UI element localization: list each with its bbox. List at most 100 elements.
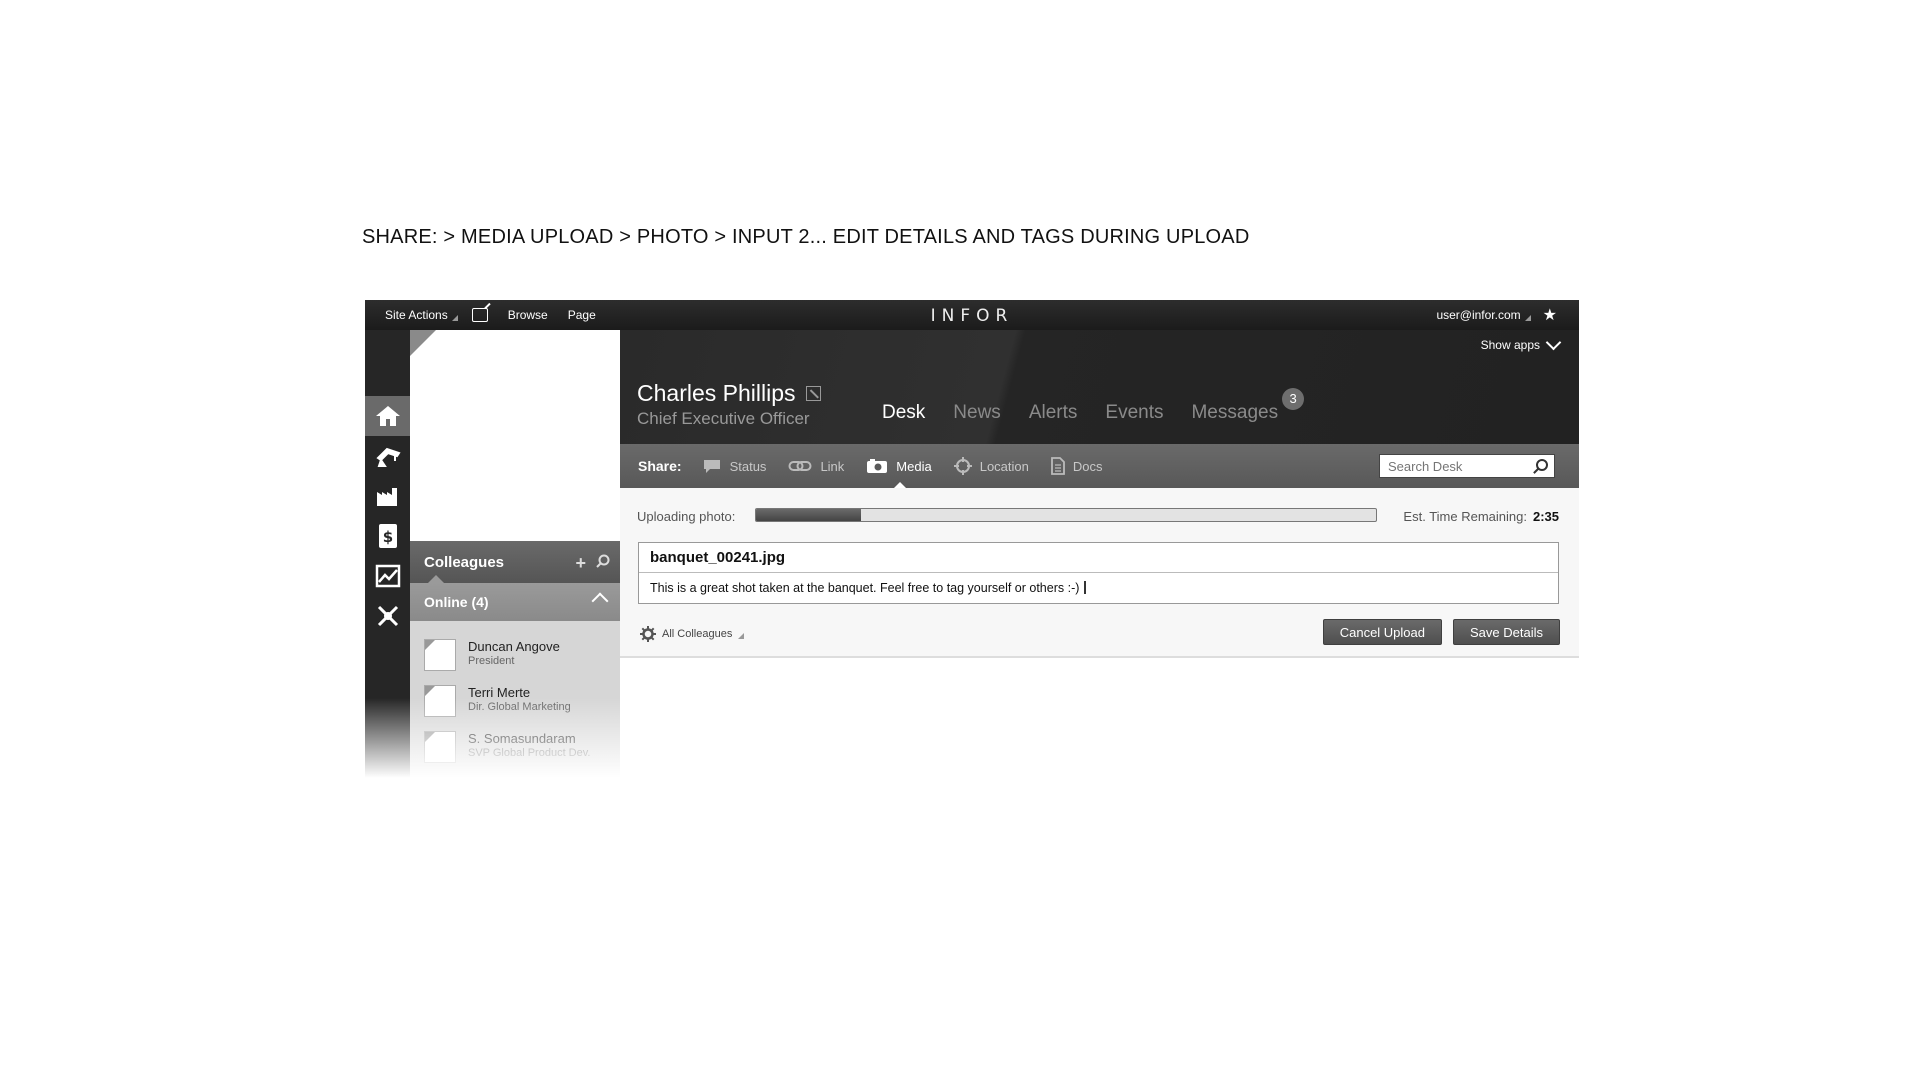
link-icon [788,461,812,471]
share-docs-label: Docs [1072,458,1103,474]
photo-corner [410,330,436,356]
user-identity: Charles Phillips Chief Executive Officer [637,380,821,429]
share-status-button[interactable]: Status [702,458,767,474]
save-details-button[interactable]: Save Details [1453,619,1560,645]
share-label: Share: [638,458,682,474]
search-colleague-icon[interactable] [596,554,610,571]
search-desk-box [1379,454,1555,478]
user-menu[interactable]: user@infor.com [1436,308,1531,322]
text-cursor [1084,581,1086,594]
share-status-label: Status [729,458,767,474]
app-frame: Site Actions Browse Page INFOR user@info… [365,300,1579,778]
browse-label: Browse [507,308,548,322]
tab-news[interactable]: News [953,402,1001,424]
share-media-button[interactable]: Media [866,458,932,490]
edit-page-icon[interactable] [471,308,488,322]
show-apps-label: Show apps [1480,338,1540,352]
site-actions-menu[interactable]: Site Actions [385,308,458,322]
cancel-upload-button[interactable]: Cancel Upload [1322,619,1442,645]
online-section-toggle[interactable]: Online (4) [410,575,620,621]
avatar [424,685,456,717]
desk-tabs: Desk News Alerts Events Messages 3 [882,388,1305,424]
tab-alerts[interactable]: Alerts [1029,402,1078,424]
show-apps-button[interactable]: Show apps [1480,334,1562,352]
photo-details-form: banquet_00241.jpg This is a great shot t… [638,542,1559,604]
privacy-label: All Colleagues [662,628,733,640]
infor-logo: INFOR [930,306,1014,326]
avatar [424,731,456,763]
chevron-down-icon [1545,334,1562,350]
speech-bubble-icon [703,460,720,473]
page-caption: SHARE: > MEDIA UPLOAD > PHOTO > INPUT 2.… [362,226,1250,248]
share-link-button[interactable]: Link [788,459,844,474]
profile-photo[interactable] [410,330,620,541]
share-link-label: Link [820,458,845,474]
privacy-selector[interactable]: All Colleagues [640,626,745,642]
collapse-chevron-icon [591,592,609,610]
eta-readout: Est. Time Remaining: 2:35 [1403,509,1559,524]
crane-icon[interactable] [365,436,410,476]
colleagues-title: Colleagues [424,553,505,571]
tab-messages-label: Messages [1191,402,1279,423]
favorite-star-icon[interactable]: ★ [1543,305,1557,325]
browse-link[interactable]: Browse [508,308,548,322]
colleague-item[interactable]: S. Somasundaram SVP Global Product Dev. [410,727,620,773]
page-link[interactable]: Page [568,308,596,322]
user-name: Charles Phillips [637,380,796,406]
description-field[interactable]: This is a great shot taken at the banque… [639,573,1558,603]
description-text: This is a great shot taken at the banque… [650,581,1080,595]
tab-messages[interactable]: Messages 3 [1191,388,1305,424]
analytics-chart-icon[interactable] [365,556,410,596]
profile-column: Colleagues + Online (4) Duncan Angove Pre… [410,330,620,778]
share-docs-button[interactable]: Docs [1050,457,1103,475]
dropdown-arrow-icon [451,315,458,321]
user-email: user@infor.com [1436,308,1521,322]
factory-icon[interactable] [365,476,410,516]
filename-field[interactable]: banquet_00241.jpg [639,543,1558,573]
colleague-name: Terri Merte [468,685,531,700]
tab-events[interactable]: Events [1105,402,1163,424]
colleague-item[interactable]: Duncan Angove President [410,635,620,681]
document-icon [1050,457,1065,475]
messages-count-badge: 3 [1282,388,1305,410]
user-title: Chief Executive Officer [637,409,810,428]
upload-progress-bar [755,508,1377,522]
desk-content: Uploading photo: Est. Time Remaining: 2:3… [620,488,1579,778]
colleague-item[interactable]: Terri Merte Dir. Global Marketing [410,681,620,727]
eta-value: 2:35 [1532,509,1559,524]
search-desk-input[interactable] [1388,458,1528,474]
add-colleague-icon[interactable]: + [575,553,586,574]
crosshair-icon [953,457,972,475]
online-count-label: Online (4) [424,594,489,610]
colleague-name: Duncan Angove [468,639,560,654]
dropdown-arrow-icon [1524,315,1531,321]
avatar [424,639,456,671]
tab-desk[interactable]: Desk [882,402,925,424]
colleague-role: Dir. Global Marketing [468,701,571,713]
colleague-list: Duncan Angove President Terri Merte Dir. G… [410,621,620,773]
camera-icon [867,459,888,473]
app-icon-rail: $ [365,330,410,778]
edit-profile-icon[interactable] [805,386,821,401]
colleague-role: President [468,655,515,667]
home-icon[interactable] [365,396,410,436]
upload-progress-fill [756,509,862,521]
profile-header: Show apps Charles Phillips Chief Executi… [620,330,1579,444]
share-bar: Share: Status Link Media Location Docs [620,444,1579,490]
finance-dollar-icon[interactable]: $ [365,516,410,556]
colleague-role: SVP Global Product Dev. [468,747,591,759]
gear-icon [640,626,656,642]
share-media-label: Media [896,458,932,474]
top-bar: Site Actions Browse Page INFOR user@info… [365,300,1579,330]
eta-label: Est. Time Remaining: [1403,509,1527,524]
media-upload-panel: Uploading photo: Est. Time Remaining: 2:3… [620,488,1579,658]
tools-icon[interactable] [365,596,410,636]
share-location-button[interactable]: Location [953,457,1029,475]
share-location-label: Location [979,458,1029,474]
search-icon[interactable] [1536,459,1548,471]
svg-text:$: $ [382,528,392,546]
colleague-name: S. Somasundaram [468,731,576,746]
site-actions-label: Site Actions [385,308,448,322]
dropdown-arrow-icon [738,633,745,639]
page-label: Page [567,308,596,322]
